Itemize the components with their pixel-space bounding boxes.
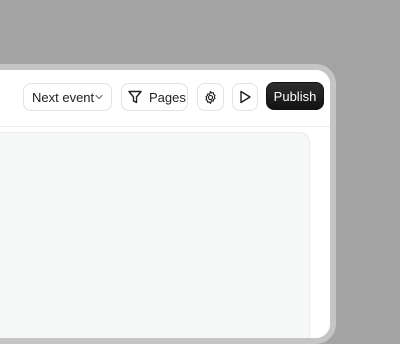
event-selector-label: Next event [32, 89, 95, 105]
pages-button-label: Pages [149, 89, 186, 105]
filter-icon [127, 89, 143, 105]
publish-button-label: Publish [273, 88, 317, 104]
play-icon [238, 90, 252, 104]
preview-button[interactable] [232, 83, 258, 111]
publish-button[interactable]: Publish [266, 82, 324, 110]
gear-icon [203, 90, 218, 105]
chevron-down-icon [95, 93, 103, 101]
editor-window: Next event Pages Publish [0, 64, 336, 344]
canvas-area[interactable] [0, 132, 310, 338]
settings-button[interactable] [197, 83, 224, 111]
pages-button[interactable]: Pages [121, 83, 188, 111]
event-selector-dropdown[interactable]: Next event [23, 83, 112, 111]
top-toolbar: Next event Pages Publish [0, 70, 330, 127]
